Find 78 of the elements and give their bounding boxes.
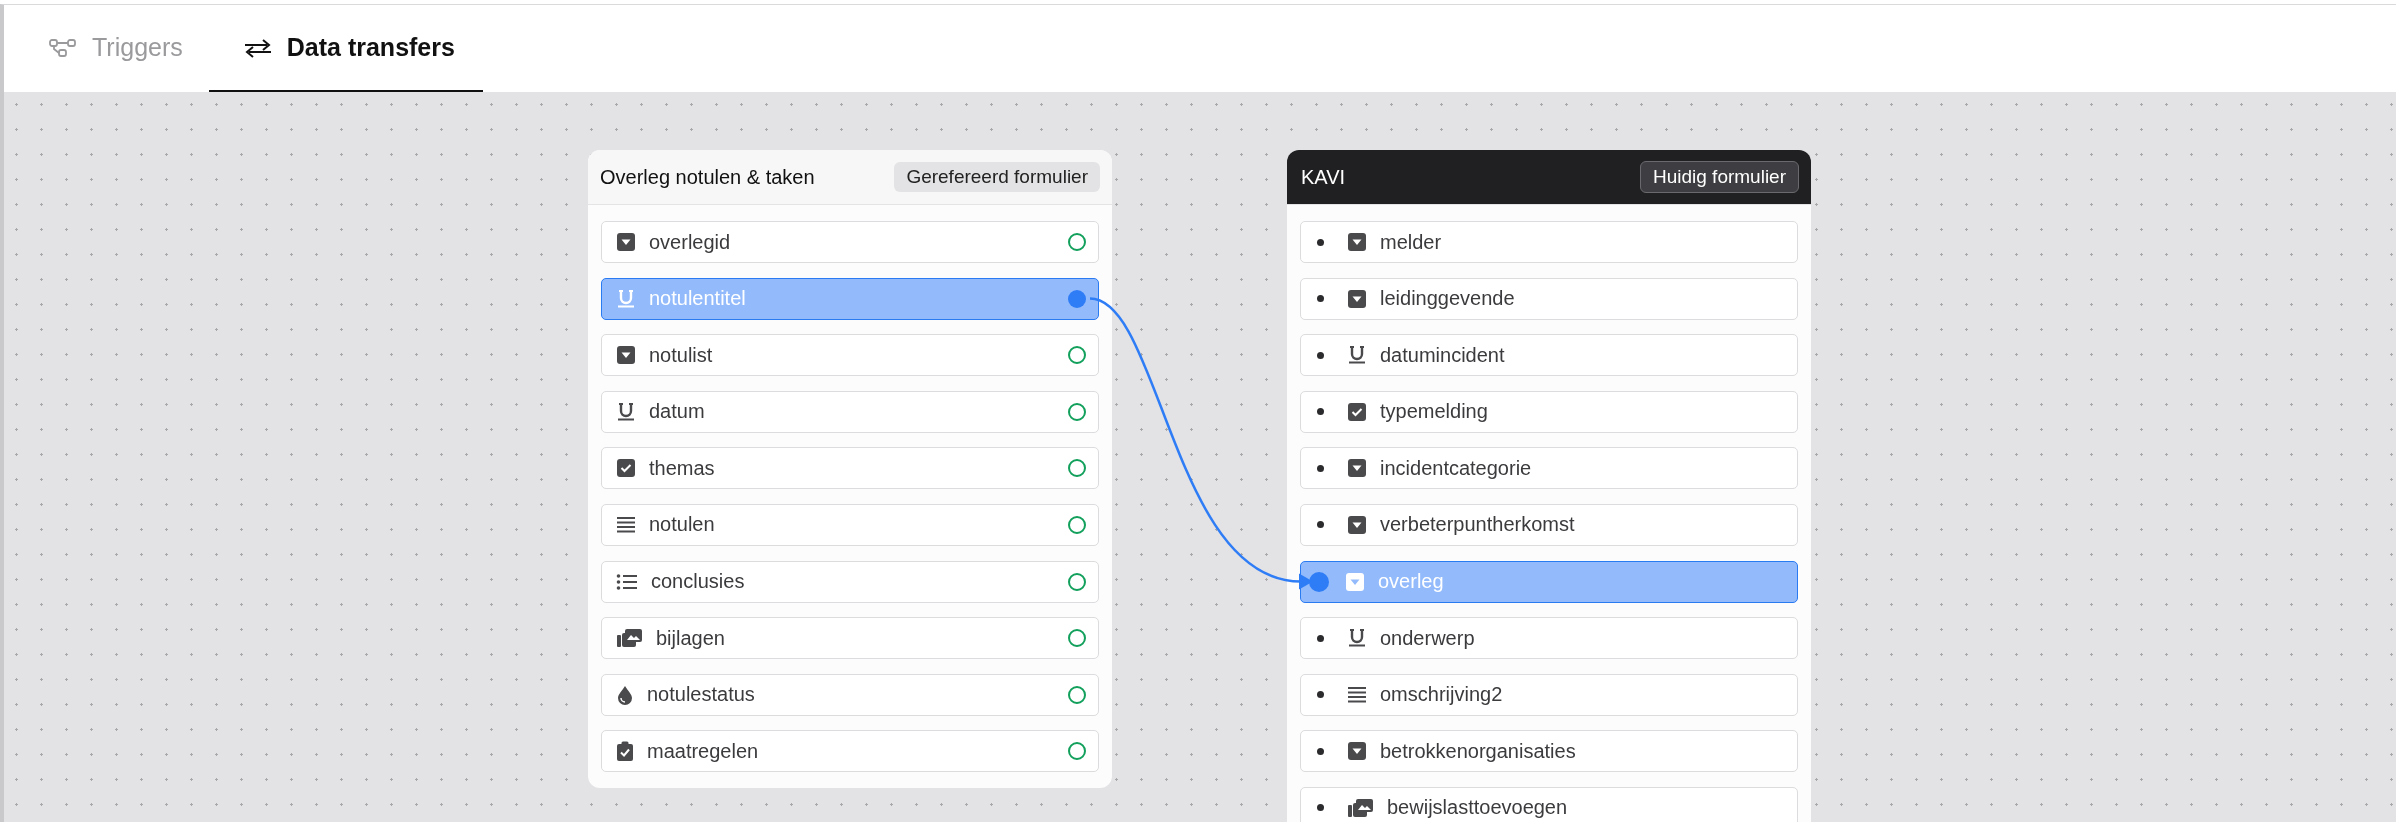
flow-icon — [48, 37, 78, 58]
field-label: maatregelen — [647, 739, 760, 763]
field-row[interactable]: notulen — [601, 503, 1099, 546]
connection-port[interactable] — [1068, 685, 1086, 704]
field-label: bijlagen — [656, 626, 726, 650]
dropdown-icon — [1347, 458, 1367, 479]
field-row[interactable]: notulist — [601, 334, 1099, 377]
field-label: conclusies — [651, 570, 746, 594]
form-title: Overleg notulen & taken — [600, 165, 815, 189]
field-row[interactable]: maatregelen — [601, 730, 1099, 773]
list-icon — [616, 571, 638, 592]
field-label: melder — [1380, 230, 1443, 254]
field-label: incidentcategorie — [1380, 456, 1533, 480]
connection-port[interactable] — [1068, 572, 1086, 591]
field-row[interactable]: typemelding — [1300, 390, 1798, 433]
paragraph-icon — [1347, 684, 1367, 705]
field-row[interactable]: betrokkenorganisaties — [1300, 730, 1798, 773]
field-label: datumincident — [1380, 343, 1506, 367]
field-row[interactable]: notulestatus — [601, 673, 1099, 716]
field-row[interactable]: melder — [1300, 221, 1798, 263]
field-label: onderwerp — [1380, 626, 1476, 650]
connection-port[interactable] — [1068, 289, 1086, 308]
field-label: notulentitel — [649, 287, 747, 311]
field-row[interactable]: themas — [601, 447, 1099, 490]
field-row[interactable]: leidinggevende — [1300, 277, 1798, 320]
connection-port[interactable] — [1068, 233, 1086, 251]
field-label: overlegid — [649, 230, 732, 254]
dropdown-icon — [1347, 232, 1367, 252]
dropdown-icon — [616, 232, 636, 252]
field-label: leidinggevende — [1380, 287, 1516, 311]
dropdown-icon — [616, 345, 636, 366]
form-tag: Gerefereerd formulier — [894, 162, 1100, 192]
dropdown-icon — [1347, 288, 1367, 309]
connection-port[interactable] — [1068, 402, 1086, 421]
field-label: notulist — [649, 343, 714, 367]
form-title: KAVI — [1301, 165, 1346, 189]
images-icon — [616, 628, 643, 649]
field-row[interactable]: bijlagen — [601, 617, 1099, 660]
field-row[interactable]: bewijslasttoevoegen — [1300, 786, 1798, 822]
field-label: bewijslasttoevoegen — [1387, 796, 1569, 820]
dropdown-icon — [1345, 571, 1365, 592]
dropdown-icon — [1347, 514, 1367, 535]
field-row[interactable]: omschrijving2 — [1300, 673, 1798, 716]
field-row[interactable]: overlegid — [601, 221, 1099, 263]
underline-icon — [616, 401, 636, 422]
connection-port[interactable] — [1068, 459, 1086, 478]
underline-icon — [1347, 628, 1367, 649]
checkbox-icon — [1347, 401, 1367, 422]
field-label: datum — [649, 400, 706, 424]
form-tag: Huidig formulier — [1639, 161, 1799, 193]
transfer-icon — [242, 37, 273, 58]
images-icon — [1347, 797, 1374, 818]
field-row[interactable]: datum — [601, 390, 1099, 433]
field-row[interactable]: incidentcategorie — [1300, 447, 1798, 490]
field-label: notulestatus — [647, 683, 756, 707]
checkbox-icon — [616, 458, 636, 479]
field-label: notulen — [649, 513, 716, 537]
field-row[interactable]: conclusies — [601, 560, 1099, 603]
underline-icon — [1347, 345, 1367, 366]
connection-port[interactable] — [1309, 571, 1329, 592]
field-label: betrokkenorganisaties — [1380, 739, 1577, 763]
dropdown-icon — [1347, 741, 1367, 762]
paragraph-icon — [616, 514, 636, 535]
field-label: verbeterpuntherkomst — [1380, 513, 1576, 537]
droplet-icon — [616, 684, 634, 705]
field-label: themas — [649, 456, 716, 480]
field-label: overleg — [1378, 570, 1445, 594]
field-row[interactable]: datumincident — [1300, 334, 1798, 377]
field-row[interactable]: onderwerp — [1300, 617, 1798, 660]
connection-port[interactable] — [1068, 742, 1086, 761]
field-row[interactable]: verbeterpuntherkomst — [1300, 503, 1798, 546]
field-label: omschrijving2 — [1380, 683, 1504, 707]
connection-port[interactable] — [1068, 629, 1086, 648]
underline-icon — [616, 288, 636, 309]
field-label: typemelding — [1380, 400, 1489, 424]
connection-port[interactable] — [1068, 515, 1086, 534]
connection-port[interactable] — [1068, 346, 1086, 365]
clipboard-check-icon — [616, 741, 634, 762]
